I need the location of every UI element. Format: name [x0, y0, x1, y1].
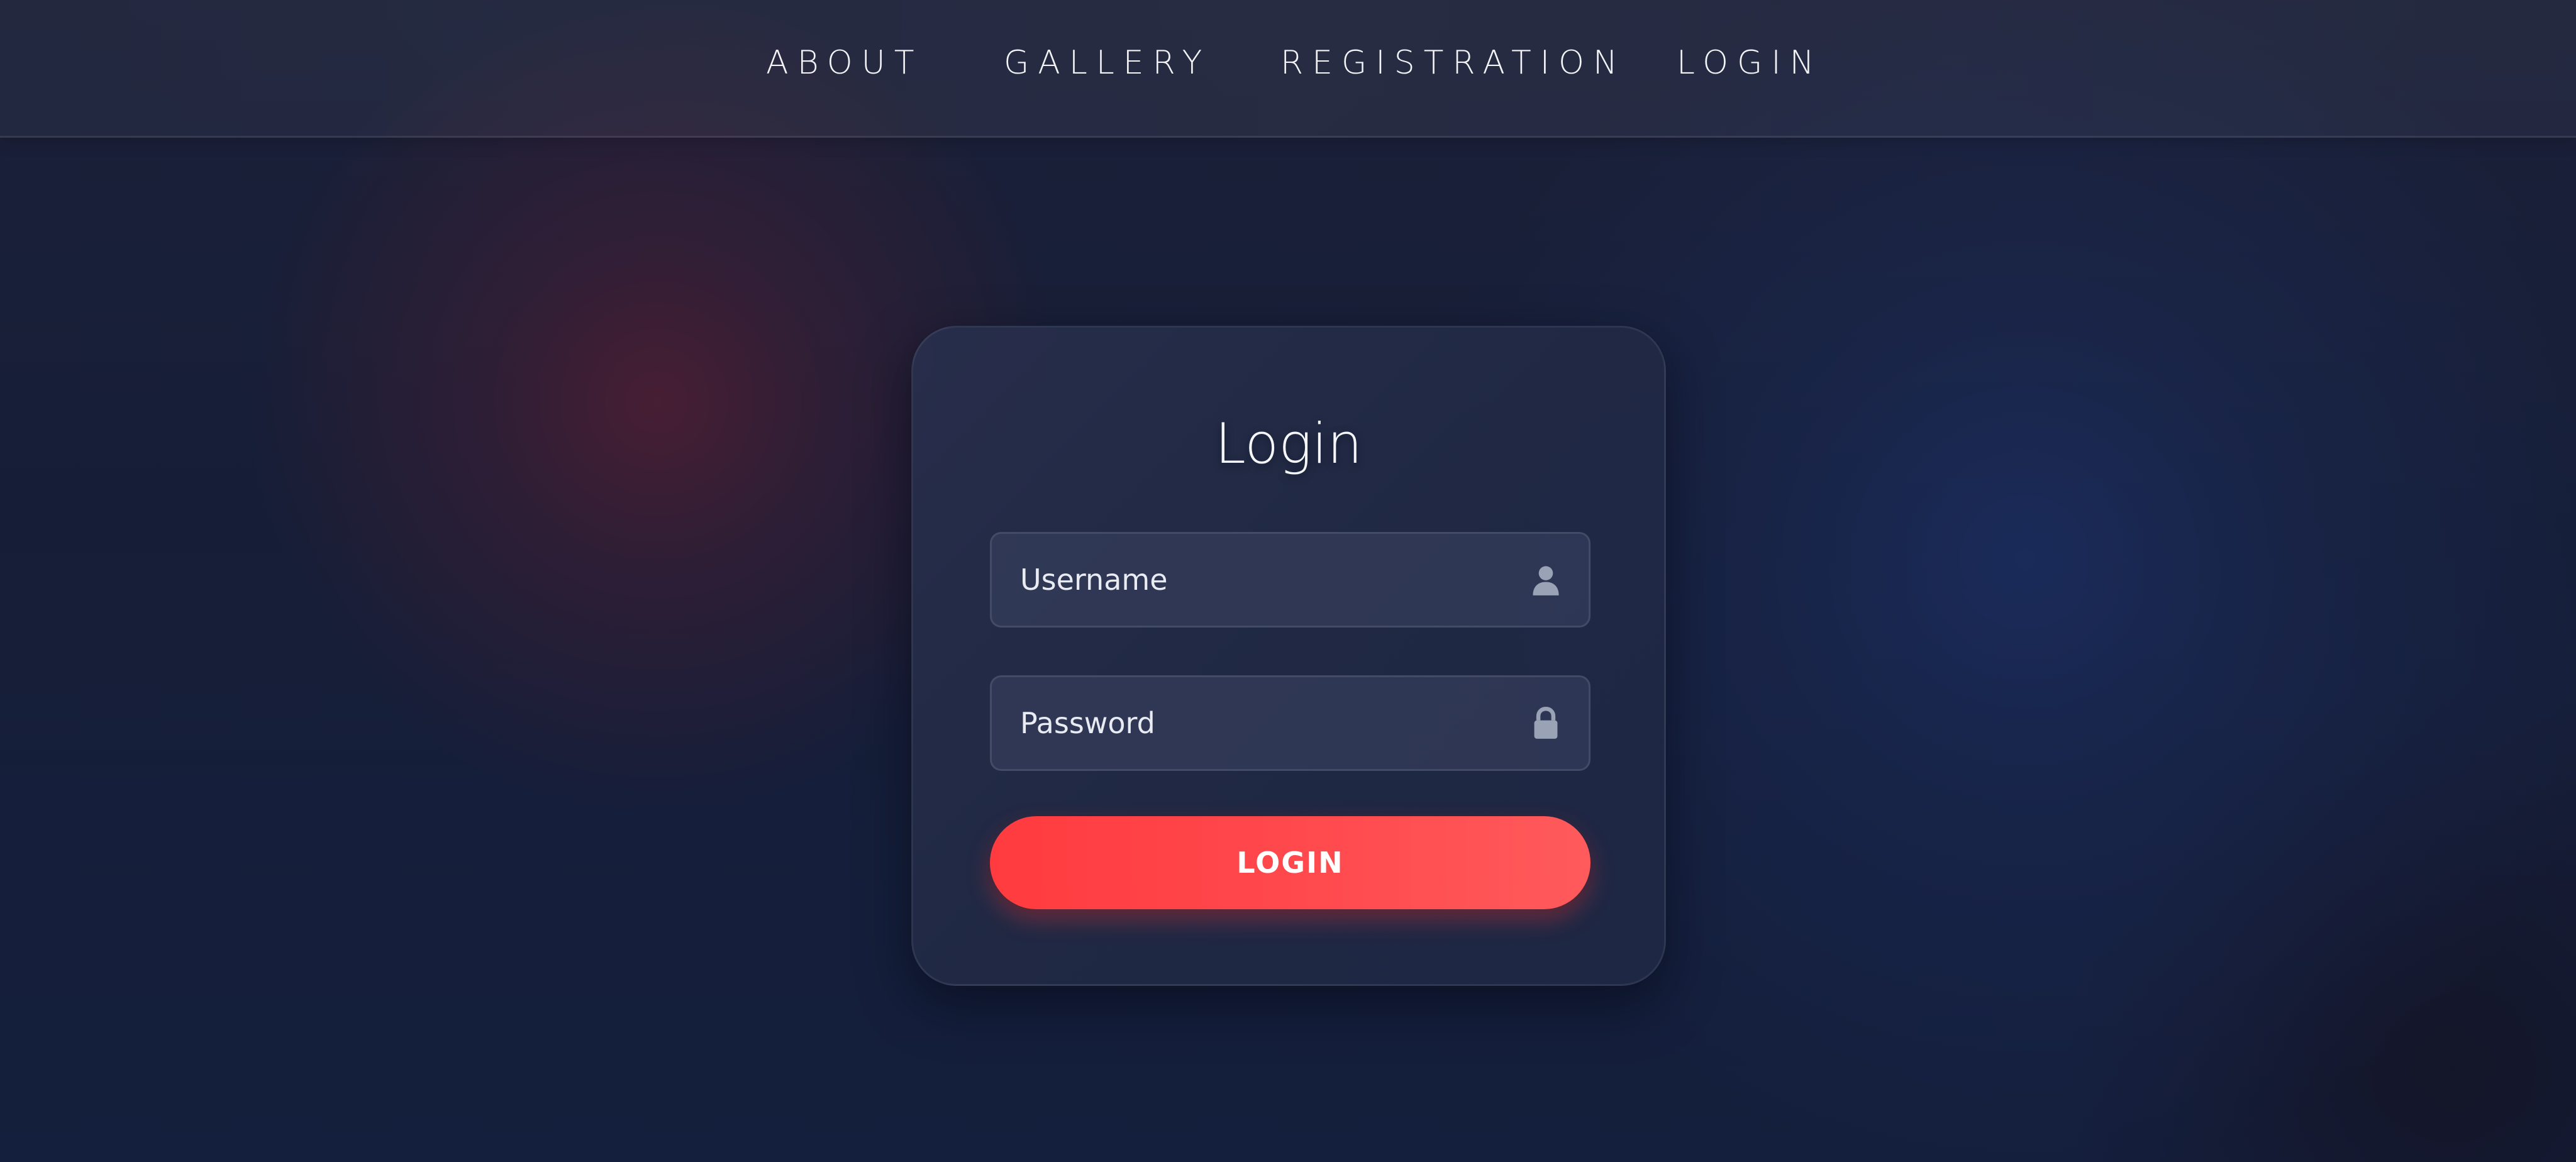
- nav-item-about[interactable]: ABOUT: [766, 38, 923, 88]
- password-field: [990, 675, 1591, 771]
- top-navigation: ABOUT GALLERY REGISTRATION LOGIN: [0, 0, 2576, 138]
- username-field: [990, 532, 1591, 628]
- nav-item-registration[interactable]: REGISTRATION: [1280, 38, 1626, 88]
- user-icon: [1533, 566, 1559, 595]
- login-title: Login: [1214, 411, 1363, 476]
- username-input[interactable]: [992, 534, 1589, 626]
- login-card: Login LOGIN: [911, 326, 1666, 986]
- nav-item-login[interactable]: LOGIN: [1677, 38, 1823, 88]
- login-button[interactable]: LOGIN: [990, 816, 1591, 909]
- nav-item-gallery[interactable]: GALLERY: [1004, 38, 1211, 88]
- password-input[interactable]: [992, 677, 1589, 769]
- lock-icon: [1534, 706, 1558, 739]
